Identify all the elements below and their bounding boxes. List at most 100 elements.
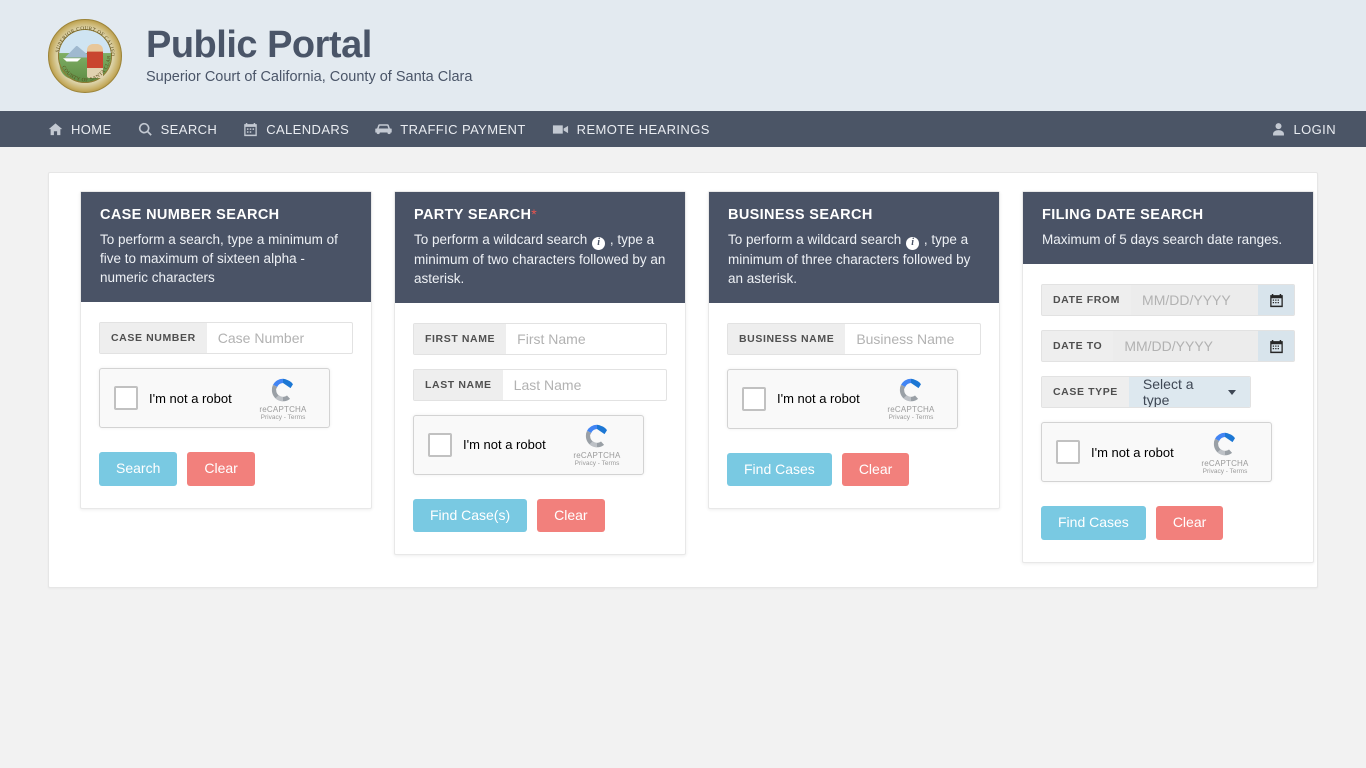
recaptcha-brand-name: reCAPTCHA (573, 451, 621, 461)
last-name-input[interactable] (502, 369, 666, 400)
page-title: Public Portal (146, 24, 372, 67)
nav-item-login-label: LOGIN (1293, 121, 1336, 137)
party-search-clear-button[interactable]: Clear (537, 498, 605, 533)
date-from-input[interactable] (1131, 285, 1258, 316)
court-seal-logo: SUPERIOR COURT OF CALIFORNIA COUNTY OF S… (48, 18, 122, 93)
business-search-header: BUSINESS SEARCH To perform a wildcard se… (709, 192, 999, 303)
nav-item-home-label: HOME (71, 121, 112, 137)
car-icon (375, 122, 392, 137)
case-number-clear-button[interactable]: Clear (187, 452, 255, 486)
search-panel: CASE NUMBER SEARCH To perform a search, … (48, 172, 1318, 588)
party-search-card: PARTY SEARCH* To perform a wildcard sear… (394, 191, 686, 556)
date-to-label: DATE TO (1042, 331, 1114, 362)
nav-item-home[interactable]: HOME (48, 122, 112, 137)
filing-date-search-card: FILING DATE SEARCH Maximum of 5 days sea… (1022, 191, 1314, 563)
party-search-required-marker: * (531, 206, 537, 222)
recaptcha-legal: Privacy - Terms (260, 413, 306, 421)
recaptcha-checkbox[interactable] (114, 386, 138, 411)
recaptcha-label: I'm not a robot (149, 390, 232, 406)
business-search-recaptcha[interactable]: I'm not a robot reCAPTCHA Privacy - Term… (727, 368, 958, 429)
nav-item-calendars-label: CALENDARS (266, 121, 350, 137)
recaptcha-label: I'm not a robot (463, 437, 546, 453)
info-icon[interactable]: i (592, 236, 606, 250)
calendar-icon (243, 122, 258, 137)
date-from-input-group: DATE FROM (1041, 284, 1295, 317)
case-number-search-header: CASE NUMBER SEARCH To perform a search, … (81, 192, 371, 303)
date-to-calendar-button[interactable] (1258, 331, 1294, 362)
business-name-input-group: BUSINESS NAME (727, 322, 981, 355)
case-number-recaptcha[interactable]: I'm not a robot reCAPTCHA Privacy - Term… (99, 368, 330, 429)
party-search-title: PARTY SEARCH (414, 207, 532, 223)
recaptcha-checkbox[interactable] (742, 386, 766, 411)
date-from-label: DATE FROM (1042, 285, 1132, 316)
business-search-clear-button[interactable]: Clear (841, 452, 910, 487)
site-header: SUPERIOR COURT OF CALIFORNIA COUNTY OF S… (0, 0, 1366, 111)
recaptcha-brand: reCAPTCHA Privacy - Terms (1189, 430, 1261, 475)
first-name-input-group: FIRST NAME (413, 322, 667, 355)
filing-date-find-cases-button[interactable]: Find Cases (1041, 506, 1146, 540)
last-name-input-group: LAST NAME (413, 368, 667, 401)
nav-item-remote-hearings-label: REMOTE HEARINGS (576, 121, 710, 137)
business-search-find-cases-button[interactable]: Find Cases (727, 452, 832, 487)
calendar-icon (1269, 293, 1283, 307)
party-search-body: FIRST NAME LAST NAME I'm not a robot (395, 303, 685, 555)
filing-date-search-title: FILING DATE SEARCH (1042, 207, 1204, 223)
main-navbar: HOME SEARCH CALENDARS TRAFFIC PAYMENT RE… (0, 111, 1366, 147)
case-number-search-card: CASE NUMBER SEARCH To perform a search, … (80, 191, 372, 509)
nav-item-search-label: SEARCH (160, 121, 218, 137)
case-number-label: CASE NUMBER (100, 323, 207, 354)
date-to-input-group: DATE TO (1041, 330, 1295, 363)
date-to-input[interactable] (1113, 331, 1258, 362)
video-camera-icon (552, 122, 569, 137)
recaptcha-label: I'm not a robot (1091, 444, 1174, 460)
recaptcha-logo-icon (1213, 432, 1235, 455)
business-search-description-before: To perform a wildcard search (728, 232, 902, 247)
recaptcha-checkbox[interactable] (1056, 440, 1080, 465)
party-search-button-row: Find Case(s) Clear (413, 498, 667, 533)
party-search-description: To perform a wildcard search i , type a … (414, 230, 666, 288)
case-number-search-body: CASE NUMBER I'm not a robot reCAPTCHA Pr… (81, 302, 371, 508)
business-name-label: BUSINESS NAME (728, 323, 846, 354)
recaptcha-brand-name: reCAPTCHA (1201, 458, 1249, 468)
filing-date-search-description: Maximum of 5 days search date ranges. (1042, 232, 1283, 247)
filing-date-recaptcha[interactable]: I'm not a robot reCAPTCHA Privacy - Term… (1041, 422, 1272, 483)
filing-date-clear-button[interactable]: Clear (1155, 506, 1224, 540)
case-number-input-group: CASE NUMBER (99, 322, 353, 355)
party-search-header: PARTY SEARCH* To perform a wildcard sear… (395, 192, 685, 303)
business-name-input[interactable] (845, 323, 980, 354)
nav-item-traffic-payment[interactable]: TRAFFIC PAYMENT (375, 122, 525, 137)
nav-item-traffic-payment-label: TRAFFIC PAYMENT (400, 121, 526, 137)
party-search-recaptcha[interactable]: I'm not a robot reCAPTCHA Privacy - Term… (413, 414, 644, 475)
info-icon[interactable]: i (906, 236, 920, 250)
filing-date-search-body: DATE FROM DATE TO CASE TYPE (1023, 264, 1313, 562)
nav-item-login[interactable]: LOGIN (1271, 122, 1336, 137)
user-icon (1271, 122, 1286, 137)
recaptcha-logo-icon (271, 378, 293, 402)
date-from-calendar-button[interactable] (1258, 285, 1294, 316)
case-number-input[interactable] (206, 323, 352, 354)
business-search-button-row: Find Cases Clear (727, 452, 981, 487)
business-search-title: BUSINESS SEARCH (728, 207, 873, 223)
recaptcha-checkbox[interactable] (428, 432, 452, 457)
recaptcha-brand: reCAPTCHA Privacy - Terms (561, 422, 633, 467)
recaptcha-brand-name: reCAPTCHA (887, 405, 935, 415)
first-name-label: FIRST NAME (414, 323, 507, 354)
recaptcha-brand: reCAPTCHA Privacy - Terms (247, 376, 319, 421)
case-number-search-button[interactable]: Search (99, 452, 178, 486)
filing-date-button-row: Find Cases Clear (1041, 506, 1295, 540)
party-search-find-cases-button[interactable]: Find Case(s) (413, 498, 528, 533)
recaptcha-legal: Privacy - Terms (1202, 467, 1248, 475)
case-type-input-group: CASE TYPE Select a type (1041, 376, 1251, 409)
recaptcha-brand: reCAPTCHA Privacy - Terms (875, 376, 947, 421)
nav-item-remote-hearings[interactable]: REMOTE HEARINGS (552, 122, 710, 137)
recaptcha-legal: Privacy - Terms (888, 414, 934, 422)
case-number-button-row: Search Clear (99, 452, 353, 486)
nav-item-search[interactable]: SEARCH (138, 122, 218, 137)
chevron-down-icon (1228, 389, 1236, 395)
case-type-dropdown[interactable]: Select a type (1128, 377, 1250, 408)
calendar-icon (1269, 339, 1283, 353)
first-name-input[interactable] (506, 323, 666, 354)
recaptcha-logo-icon (899, 379, 921, 402)
nav-item-calendars[interactable]: CALENDARS (243, 122, 349, 137)
filing-date-search-header: FILING DATE SEARCH Maximum of 5 days sea… (1023, 192, 1313, 265)
